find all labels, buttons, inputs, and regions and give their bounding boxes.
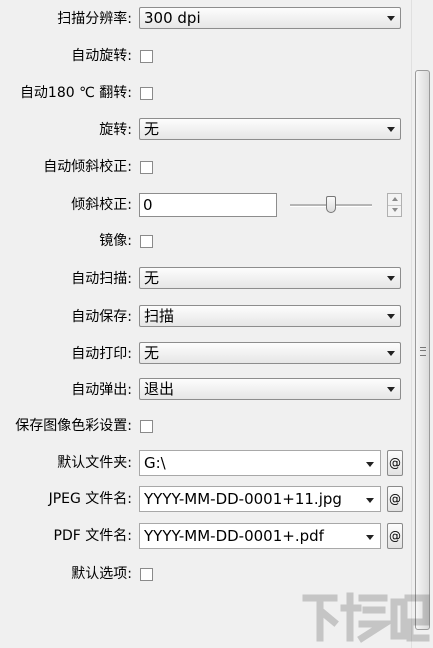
row-auto-print: 自动打印: 无 — [0, 342, 411, 366]
rotate-value: 无 — [144, 120, 160, 138]
save-color-settings-label: 保存图像色彩设置: — [15, 418, 132, 434]
deskew-slider-thumb[interactable] — [326, 196, 336, 213]
chevron-down-icon — [387, 351, 395, 356]
auto-rotate-checkbox[interactable] — [140, 50, 153, 63]
row-auto-deskew: 自动倾斜校正: — [0, 155, 411, 179]
scroll-grip-icon — [420, 347, 426, 356]
row-auto-scan: 自动扫描: 无 — [0, 267, 411, 291]
row-jpeg-filename: JPEG 文件名: YYYY-MM-DD-0001+11.jpg @ — [0, 486, 411, 512]
jpeg-filename-value: YYYY-MM-DD-0001+11.jpg — [144, 490, 342, 508]
deskew-label: 倾斜校正: — [71, 197, 132, 213]
deskew-input[interactable]: 0 — [139, 193, 277, 217]
jpeg-filename-label: JPEG 文件名: — [48, 491, 132, 507]
mirror-label: 镜像: — [99, 233, 132, 249]
mirror-checkbox[interactable] — [140, 235, 153, 248]
row-auto-eject: 自动弹出: 退出 — [0, 378, 411, 402]
row-auto-rotate: 自动旋转: — [0, 44, 411, 68]
pdf-filename-macro-button[interactable]: @ — [387, 523, 403, 549]
deskew-spinner — [387, 193, 402, 217]
auto-flip-checkbox[interactable] — [140, 87, 153, 100]
pdf-filename-label: PDF 文件名: — [53, 528, 132, 544]
vertical-scrollbar[interactable] — [411, 0, 433, 648]
row-pdf-filename: PDF 文件名: YYYY-MM-DD-0001+.pdf @ — [0, 523, 411, 549]
auto-print-label: 自动打印: — [71, 346, 132, 362]
auto-print-value: 无 — [144, 344, 160, 362]
auto-scan-value: 无 — [144, 269, 160, 287]
row-auto-save: 自动保存: 扫描 — [0, 305, 411, 329]
chevron-down-icon — [366, 462, 374, 467]
jpeg-filename-combo[interactable]: YYYY-MM-DD-0001+11.jpg — [139, 486, 381, 512]
auto-eject-label: 自动弹出: — [71, 382, 132, 398]
chevron-down-icon — [387, 314, 395, 319]
row-save-color-settings: 保存图像色彩设置: — [0, 414, 411, 438]
pdf-filename-value: YYYY-MM-DD-0001+.pdf — [144, 527, 324, 545]
chevron-down-icon — [366, 535, 374, 540]
default-folder-combo[interactable]: G:\ — [139, 450, 381, 476]
chevron-down-icon — [387, 276, 395, 281]
auto-save-label: 自动保存: — [71, 309, 132, 325]
pdf-filename-combo[interactable]: YYYY-MM-DD-0001+.pdf — [139, 523, 381, 549]
default-folder-macro-button[interactable]: @ — [387, 450, 403, 476]
save-color-settings-checkbox[interactable] — [140, 420, 153, 433]
scrollbar-thumb[interactable] — [415, 70, 430, 630]
chevron-down-icon — [387, 127, 395, 132]
chevron-down-icon — [366, 498, 374, 503]
scan-resolution-select[interactable]: 300 dpi — [139, 7, 401, 29]
chevron-down-icon — [387, 16, 395, 21]
row-mirror: 镜像: — [0, 229, 411, 253]
rotate-select[interactable]: 无 — [139, 118, 401, 140]
auto-deskew-label: 自动倾斜校正: — [43, 159, 132, 175]
spin-down-icon[interactable] — [388, 205, 401, 216]
default-folder-label: 默认文件夹: — [57, 455, 132, 471]
auto-print-select[interactable]: 无 — [139, 342, 401, 364]
jpeg-filename-macro-button[interactable]: @ — [387, 486, 403, 512]
scan-resolution-value: 300 dpi — [144, 9, 201, 27]
auto-rotate-label: 自动旋转: — [71, 48, 132, 64]
auto-save-value: 扫描 — [144, 307, 175, 325]
row-scan-resolution: 扫描分辨率: 300 dpi — [0, 7, 411, 31]
auto-save-select[interactable]: 扫描 — [139, 305, 401, 327]
default-folder-value: G:\ — [144, 454, 166, 472]
rotate-label: 旋转: — [99, 122, 132, 138]
scan-resolution-label: 扫描分辨率: — [57, 11, 132, 27]
auto-eject-value: 退出 — [144, 380, 175, 398]
row-default-folder: 默认文件夹: G:\ @ — [0, 450, 411, 476]
row-rotate: 旋转: 无 — [0, 118, 411, 142]
default-options-checkbox[interactable] — [140, 568, 153, 581]
scanner-settings-panel: 扫描分辨率: 300 dpi 自动旋转: 自动180 ℃ 翻转: 旋转: 无 自… — [0, 0, 411, 648]
default-options-label: 默认选项: — [71, 566, 132, 582]
auto-scan-label: 自动扫描: — [71, 271, 132, 287]
auto-scan-select[interactable]: 无 — [139, 267, 401, 289]
auto-flip-label: 自动180 ℃ 翻转: — [19, 85, 132, 101]
auto-eject-select[interactable]: 退出 — [139, 378, 401, 400]
row-default-options: 默认选项: — [0, 562, 411, 586]
auto-deskew-checkbox[interactable] — [140, 161, 153, 174]
row-auto-flip: 自动180 ℃ 翻转: — [0, 81, 411, 105]
row-deskew: 倾斜校正: 0 — [0, 193, 411, 217]
chevron-down-icon — [387, 387, 395, 392]
